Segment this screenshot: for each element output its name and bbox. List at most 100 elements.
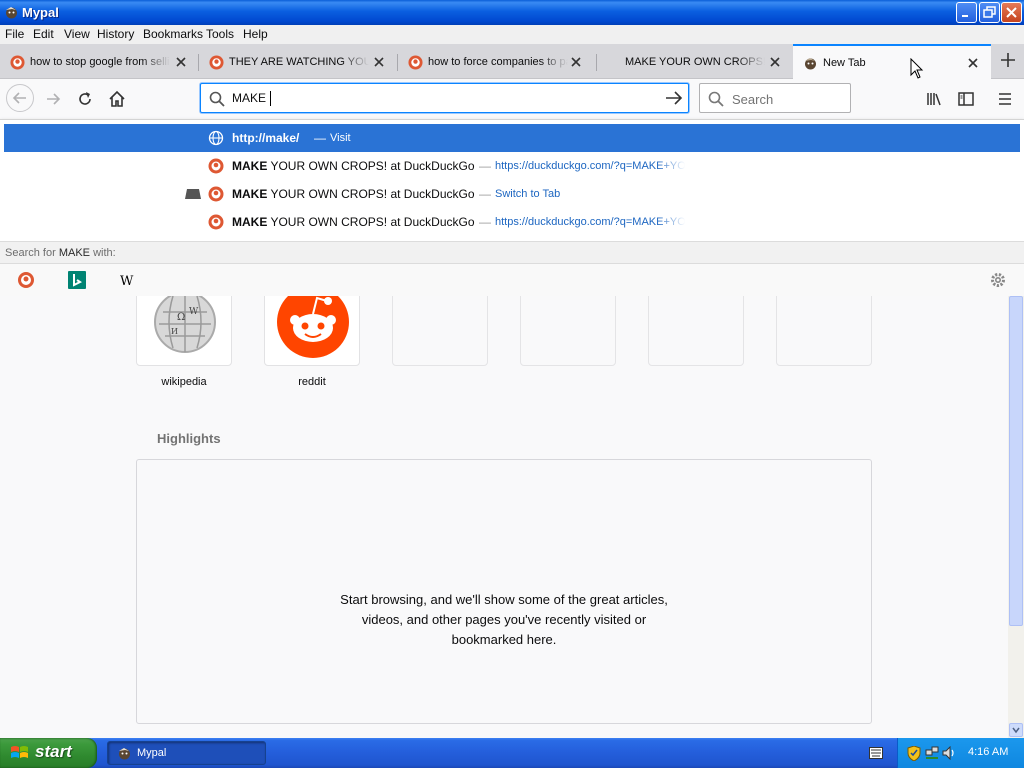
restore-button[interactable] [979, 2, 1000, 23]
suggestion-title: YOUR OWN CROPS! at DuckDuckGo [267, 187, 475, 201]
gear-icon[interactable] [989, 271, 1007, 289]
tab-2[interactable]: THEY ARE WATCHING YOU! at [199, 46, 397, 79]
mypal-app-icon [119, 748, 130, 760]
top-site-reddit[interactable] [264, 296, 360, 366]
search-bar[interactable]: Search [699, 83, 851, 113]
url-bar[interactable]: MAKE [200, 83, 689, 113]
svg-text:W: W [189, 307, 199, 317]
new-tab-button[interactable] [995, 47, 1021, 73]
close-tab-icon[interactable] [768, 55, 782, 69]
reload-icon [79, 92, 91, 105]
menu-file[interactable]: File [5, 27, 24, 41]
tab-label: MAKE YOUR OWN CROPS! at DuckDuckGo [625, 56, 765, 68]
close-tab-icon[interactable] [569, 55, 583, 69]
taskbar-button-mypal[interactable]: Mypal [107, 741, 266, 765]
url-input-text[interactable]: MAKE [232, 91, 266, 105]
chevron-down-icon [1012, 727, 1020, 734]
tab-1[interactable]: how to stop google from selling [0, 46, 198, 79]
svg-text:W: W [120, 274, 134, 289]
back-button[interactable] [6, 84, 34, 112]
sidebar-button[interactable] [953, 86, 979, 112]
suggestion-row-visit[interactable]: http://make/ — Visit [4, 124, 1020, 152]
security-shield-icon[interactable] [907, 746, 921, 761]
library-button[interactable] [921, 86, 947, 112]
autocomplete-popup: http://make/ — Visit MAKE YOUR OWN CROPS… [0, 119, 1024, 296]
back-arrow-icon [12, 92, 26, 104]
one-off-search-engines: W [0, 263, 1024, 296]
volume-icon[interactable] [942, 746, 956, 760]
highlights-message: Start browsing, and we'll show some of t… [340, 592, 668, 647]
search-term: MAKE [58, 247, 90, 259]
open-tab-indicator-icon [185, 189, 201, 199]
forward-button[interactable] [40, 86, 66, 112]
menu-bar: File Edit View History Bookmarks Tools H… [0, 25, 1024, 44]
highlights-heading: Highlights [157, 431, 221, 446]
tab-strip: how to stop google from selling THEY ARE… [0, 44, 1024, 79]
title-bar: Mypal [0, 0, 1024, 25]
close-tab-icon[interactable] [174, 55, 188, 69]
wikipedia-globe-icon: Ω W И [154, 296, 216, 353]
suggestion-row-switch-tab[interactable]: MAKE YOUR OWN CROPS! at DuckDuckGo — Swi… [4, 180, 1020, 208]
plus-icon [1001, 53, 1015, 67]
menu-view[interactable]: View [64, 27, 90, 41]
system-tray: 4:16 AM [897, 738, 1024, 768]
go-arrow-icon[interactable] [664, 89, 684, 107]
svg-text:И: И [171, 327, 178, 336]
top-site-wikipedia[interactable]: Ω W И [136, 296, 232, 366]
suggestion-row[interactable]: MAKE YOUR OWN CROPS! at DuckDuckGo — htt… [4, 152, 1020, 180]
duckduckgo-icon [208, 158, 224, 174]
suggestion-action: Visit [330, 132, 351, 144]
hamburger-icon [999, 93, 1011, 105]
tab-new-tab-active[interactable]: New Tab [793, 44, 991, 79]
scroll-down-button[interactable] [1009, 723, 1023, 737]
vertical-scrollbar[interactable] [1008, 296, 1024, 738]
browser-window: Mypal File Edit View History Bookmarks T… [0, 0, 1024, 768]
scrollbar-thumb[interactable] [1009, 296, 1023, 626]
globe-icon [208, 130, 224, 146]
clock: 4:16 AM [968, 746, 1009, 758]
close-tab-icon[interactable] [966, 56, 980, 70]
duckduckgo-icon [209, 55, 224, 70]
windows-flag-icon [11, 746, 28, 758]
library-icon [927, 93, 941, 106]
suggestion-match: MAKE [232, 187, 268, 201]
top-site-empty [520, 296, 616, 366]
menu-button[interactable] [992, 86, 1018, 112]
mypal-app-icon [6, 7, 17, 19]
wikipedia-icon[interactable]: W [119, 271, 137, 289]
switch-to-tab-label: Switch to Tab [495, 188, 561, 200]
keyboard-icon[interactable] [869, 747, 883, 759]
start-button[interactable]: start [0, 738, 97, 768]
reload-button[interactable] [72, 86, 98, 112]
duckduckgo-icon [10, 55, 25, 70]
network-icon[interactable] [925, 746, 939, 760]
duckduckgo-icon[interactable] [17, 271, 35, 289]
search-placeholder: Search [732, 92, 774, 107]
suggestion-row[interactable]: MAKE YOUR OWN CROPS! at DuckDuckGo — htt… [4, 208, 1020, 236]
menu-history[interactable]: History [97, 27, 134, 41]
top-site-empty [392, 296, 488, 366]
menu-edit[interactable]: Edit [33, 27, 54, 41]
separator-dash: — [314, 131, 326, 145]
search-for-header: Search for MAKE with: [0, 241, 1024, 263]
home-button[interactable] [104, 86, 130, 112]
minimize-button[interactable] [956, 2, 977, 23]
taskbar: start Mypal 4:16 AM [0, 738, 1024, 768]
close-window-button[interactable] [1001, 2, 1022, 23]
search-icon [209, 91, 225, 107]
duckduckgo-icon [408, 55, 423, 70]
menu-help[interactable]: Help [243, 27, 268, 41]
tab-3[interactable]: how to force companies to pay [398, 46, 596, 79]
suggestion-url: https://duckduckgo.com/?q=MAKE+YOUR+OWN+… [495, 160, 685, 172]
separator-dash: — [479, 159, 491, 173]
duckduckgo-icon [208, 214, 224, 230]
taskbar-button-label: Mypal [137, 747, 167, 759]
menu-bookmarks[interactable]: Bookmarks [143, 27, 203, 41]
close-tab-icon[interactable] [372, 55, 386, 69]
menu-tools[interactable]: Tools [206, 27, 234, 41]
suggestion-url: http://make/ [232, 131, 300, 145]
sidebar-icon [958, 92, 974, 106]
bing-icon[interactable] [68, 271, 86, 289]
suggestion-match: MAKE [232, 215, 268, 229]
tab-4[interactable]: MAKE YOUR OWN CROPS! at DuckDuckGo [597, 46, 793, 79]
